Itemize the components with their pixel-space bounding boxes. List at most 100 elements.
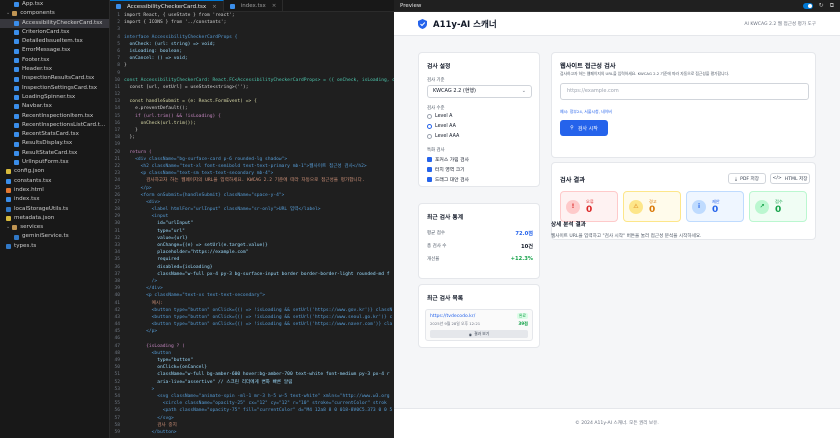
code-line[interactable]: 36 disabled={isLoading} — [110, 264, 394, 271]
code-line[interactable]: 31 type="url" — [110, 228, 394, 235]
code-line[interactable]: 9 — [110, 70, 394, 77]
code-line[interactable]: 45 </p> — [110, 328, 394, 335]
file-item[interactable]: Header.tsx — [0, 65, 109, 74]
code-line[interactable]: 23 <p className="text-sm text-text-secon… — [110, 170, 394, 177]
file-item[interactable]: config.json — [0, 167, 109, 176]
refresh-icon[interactable]: ↻ — [819, 2, 824, 9]
code-line[interactable]: 1 import React, { useState } from 'react'… — [110, 12, 394, 19]
file-item[interactable]: index.html — [0, 186, 109, 195]
file-item[interactable]: RecentStatsCard.tsx — [0, 130, 109, 139]
code-line[interactable]: 8} — [110, 62, 394, 69]
radio-icon[interactable] — [427, 124, 432, 129]
code-line[interactable]: 48 <button — [110, 350, 394, 357]
code-line[interactable]: 51 className="w-full bg-amber-600 hover:… — [110, 371, 394, 378]
file-item[interactable]: index.tsx — [0, 195, 109, 204]
folder-item[interactable]: ⌄ services — [0, 223, 109, 232]
level-option[interactable]: Level A — [427, 114, 452, 119]
code-line[interactable]: 17 } — [110, 127, 394, 134]
code-line[interactable]: 6 isLoading: boolean; — [110, 48, 394, 55]
code-line[interactable]: 35 required — [110, 256, 394, 263]
chevron-down-icon[interactable]: ⌄ — [6, 9, 10, 18]
code-line[interactable]: 28 <label htmlFor="urlInput" className="… — [110, 206, 394, 213]
example-links[interactable]: 예시: 정부24, 서울시청, 네이버 — [560, 109, 612, 115]
file-item[interactable]: Footer.tsx — [0, 56, 109, 65]
code-line[interactable]: 34 placeholder="https://example.com" — [110, 249, 394, 256]
code-line[interactable]: 54 <svg className="animate-spin -ml-1 mr… — [110, 393, 394, 400]
file-item[interactable]: ErrorMessage.tsx — [0, 46, 109, 55]
code-line[interactable]: 26 <form onSubmit={handleSubmit} classNa… — [110, 192, 394, 199]
code-line[interactable]: 44 <button type="button" onClick={() => … — [110, 321, 394, 328]
preview-toggle[interactable] — [802, 2, 813, 9]
code-line[interactable]: 20 return ( — [110, 149, 394, 156]
checkbox-icon[interactable] — [427, 157, 432, 162]
file-item[interactable]: DetailedIssueItem.tsx — [0, 37, 109, 46]
radio-icon[interactable] — [427, 134, 432, 139]
code-line[interactable]: 49 type="button" — [110, 357, 394, 364]
code-line[interactable]: 27 <div> — [110, 199, 394, 206]
tab-accessibility-checker-card[interactable]: AccessibilityCheckerCard.tsx × — [110, 0, 224, 12]
file-item[interactable]: CriterionCard.tsx — [0, 28, 109, 37]
file-item[interactable]: RecentInspectionItem.tsx — [0, 112, 109, 121]
check-option[interactable]: 드래그 대안 검사 — [427, 176, 469, 183]
tab-index[interactable]: index.tsx × — [224, 0, 284, 12]
file-item[interactable]: types.ts — [0, 242, 109, 251]
code-line[interactable]: 57 </svg> — [110, 415, 394, 422]
recent-item-url[interactable]: https://tvdecodo.kr/ — [430, 314, 475, 319]
file-item[interactable]: App.tsx — [0, 0, 109, 9]
code-line[interactable]: 24 검사하고자 하는 웹페이지의 URL을 입력하세요. KWCAG 2.2 … — [110, 177, 394, 184]
code-line[interactable]: 43 <button type="button" onClick={() => … — [110, 314, 394, 321]
check-option[interactable]: 터치 영역 크기 — [427, 166, 465, 173]
code-line[interactable]: 14 e.preventDefault(); — [110, 105, 394, 112]
code-line[interactable]: 58 검사 중지 — [110, 422, 394, 429]
open-external-icon[interactable]: ⧉ — [830, 2, 834, 10]
chevron-down-icon[interactable]: ⌄ — [6, 223, 10, 232]
code-line[interactable]: 42 <button type="button" onClick={() => … — [110, 307, 394, 314]
code-editor[interactable]: 1 import React, { useState } from 'react'… — [110, 12, 394, 438]
code-line[interactable]: 55 <circle className="opacity-25" cx="12… — [110, 400, 394, 407]
level-option[interactable]: Level AA — [427, 124, 456, 129]
pdf-save-button[interactable]: ⤓ PDF 저장 — [728, 173, 766, 184]
code-line[interactable]: 53 > — [110, 386, 394, 393]
level-option[interactable]: Level AAA — [427, 134, 459, 139]
file-item[interactable]: AccessibilityCheckerCard.tsx — [0, 18, 109, 28]
file-item[interactable]: ResultsDisplay.tsx — [0, 139, 109, 148]
code-line[interactable]: 46 — [110, 335, 394, 342]
code-line[interactable]: 52 aria-live="assertive" // 스크린 리더에게 변화 … — [110, 379, 394, 386]
code-line[interactable]: 18 }; — [110, 134, 394, 141]
code-line[interactable]: 13 const handleSubmit = (e: React.FormEv… — [110, 98, 394, 105]
code-line[interactable]: 16 onCheck(url.trim()); — [110, 120, 394, 127]
file-item[interactable]: geminiService.ts — [0, 232, 109, 241]
code-line[interactable]: 25 </p> — [110, 185, 394, 192]
code-line[interactable]: 2 import { ICONS } from '../constants'; — [110, 19, 394, 26]
code-line[interactable]: 3 — [110, 26, 394, 33]
code-line[interactable]: 47 {isLoading ? ( — [110, 343, 394, 350]
checkbox-icon[interactable] — [427, 177, 432, 182]
html-save-button[interactable]: </> HTML 저장 — [770, 173, 810, 184]
file-item[interactable]: InspectionResultsCard.tsx — [0, 74, 109, 83]
code-line[interactable]: 40 <p className="text-xs text-text-secon… — [110, 292, 394, 299]
code-line[interactable]: 11 const [url, setUrl] = useState<string… — [110, 84, 394, 91]
code-line[interactable]: 19 — [110, 141, 394, 148]
file-item[interactable]: InspectionSettingsCard.tsx — [0, 84, 109, 93]
view-result-button[interactable]: ◉ 결과 보기 — [430, 330, 528, 338]
file-item[interactable]: Navbar.tsx — [0, 102, 109, 111]
file-item[interactable]: UrlInputForm.tsx — [0, 158, 109, 167]
file-item[interactable]: localStorageUtils.ts — [0, 205, 109, 214]
file-item[interactable]: RecentInspectionsListCard.t... — [0, 121, 109, 130]
code-line[interactable]: 12 — [110, 91, 394, 98]
file-item[interactable]: LoadingSpinner.tsx — [0, 93, 109, 102]
code-line[interactable]: 21 <div className="bg-surface-card p-6 r… — [110, 156, 394, 163]
file-item[interactable]: ResultStateCard.tsx — [0, 149, 109, 158]
url-input[interactable]: https://example.com — [560, 83, 809, 100]
code-line[interactable]: 32 value={url} — [110, 235, 394, 242]
standard-select[interactable]: KWCAG 2.2 (현행) ⌄ — [427, 85, 532, 98]
close-icon[interactable]: × — [272, 0, 277, 12]
code-line[interactable]: 10 const AccessibilityCheckerCard: React.… — [110, 77, 394, 84]
code-line[interactable]: 15 if (url.trim() && !isLoading) { — [110, 113, 394, 120]
code-line[interactable]: 38 /> — [110, 278, 394, 285]
code-line[interactable]: 50 onClick={onCancel} — [110, 364, 394, 371]
code-line[interactable]: 33 onChange={(e) => setUrl(e.target.valu… — [110, 242, 394, 249]
code-line[interactable]: 56 <path className="opacity-75" fill="cu… — [110, 407, 394, 414]
code-line[interactable]: 5 onCheck: (url: string) => void; — [110, 41, 394, 48]
close-icon[interactable]: × — [212, 1, 217, 13]
